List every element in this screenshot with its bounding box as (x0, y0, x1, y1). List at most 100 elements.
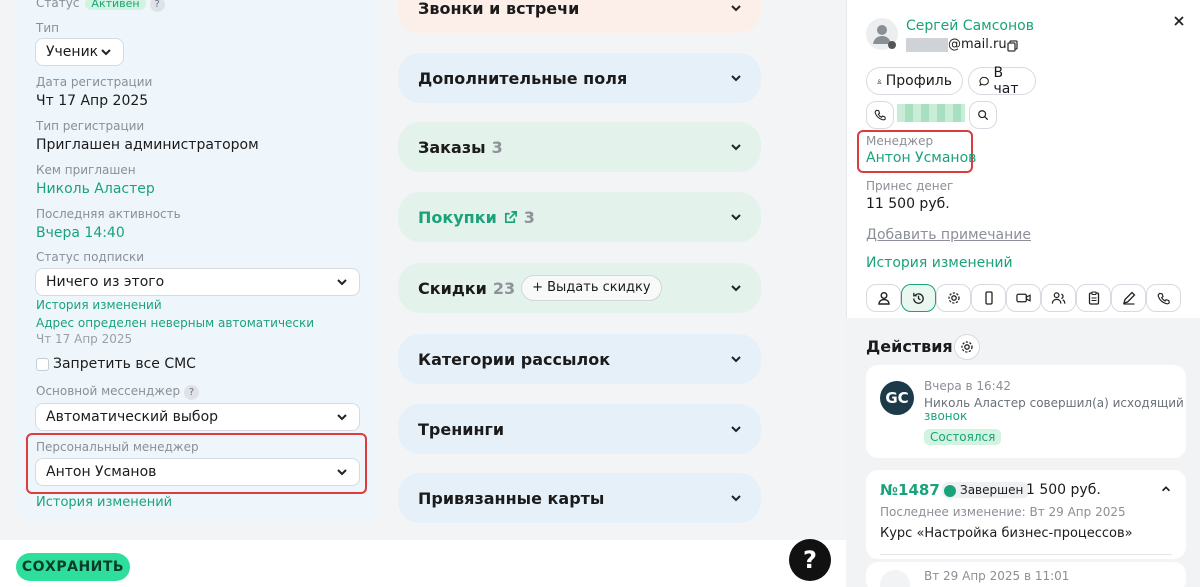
order-number[interactable]: №1487 (880, 481, 940, 499)
address-date: Чт 17 Апр 2025 (36, 332, 133, 346)
close-icon[interactable] (1173, 15, 1185, 27)
help-button[interactable]: ? (789, 539, 831, 581)
accordion-title: Категории рассылок (418, 349, 611, 369)
tab-users[interactable] (1041, 284, 1076, 312)
tab-history[interactable] (901, 284, 936, 312)
search-phone-button[interactable] (969, 101, 997, 129)
accordion-extra-fields[interactable]: Дополнительные поля (398, 53, 761, 103)
action-card-call: GC Вчера в 16:42 Николь Аластер совершил… (866, 365, 1186, 458)
profile-button-label: Профиль (885, 73, 952, 89)
search-icon (978, 110, 989, 121)
accordion-trainings[interactable]: Тренинги (398, 404, 761, 454)
help-icon[interactable]: ? (149, 0, 165, 12)
accordion-count: 3 (491, 137, 503, 157)
invited-by-link[interactable]: Николь Аластер (36, 181, 155, 197)
status-dot-icon (944, 484, 956, 497)
messenger-value: Автоматический выбор (46, 409, 219, 425)
accordion-title: Привязанные карты (418, 488, 605, 508)
order-course: Курс «Настройка бизнес-процессов» (880, 526, 1133, 541)
order-status: Завершен (942, 482, 1030, 498)
robot-icon (880, 570, 910, 587)
type-label: Тип (36, 21, 59, 35)
manager-select[interactable]: Антон Усманов (35, 458, 360, 486)
messenger-select[interactable]: Автоматический выбор (35, 403, 360, 431)
action-link[interactable]: звонок (924, 409, 967, 423)
help-icon[interactable]: ? (184, 385, 200, 400)
sub-status-select[interactable]: Ничего из этого (35, 268, 360, 296)
action-card-3: Вт 29 Апр 2025 в 11:01 (866, 562, 1186, 587)
chevron-up-icon[interactable] (1160, 483, 1172, 495)
accordion-title: Звонки и встречи (418, 0, 580, 18)
actions-settings-button[interactable] (954, 334, 980, 360)
tab-settings[interactable] (936, 284, 971, 312)
tab-user[interactable] (866, 284, 901, 312)
tab-edit[interactable] (1111, 284, 1146, 312)
chevron-down-icon (731, 426, 741, 433)
address-note[interactable]: Адрес определен неверным автоматически (36, 316, 314, 330)
accordion-orders[interactable]: Заказы 3 (398, 122, 761, 172)
external-link-icon[interactable] (503, 210, 518, 225)
email-redacted (906, 38, 948, 52)
accordion-cards[interactable]: Привязанные карты (398, 473, 761, 523)
phone-icon (1157, 292, 1170, 304)
user-icon (877, 78, 882, 84)
tab-mobile[interactable] (971, 284, 1006, 312)
accordion-title: Скидки (418, 278, 487, 298)
accordion-mailing[interactable]: Категории рассылок (398, 334, 761, 384)
action-status: Состоялся (924, 426, 1002, 445)
profile-name[interactable]: Сергей Самсонов (906, 18, 1034, 34)
tab-clipboard[interactable] (1076, 284, 1111, 312)
gear-icon (947, 292, 960, 304)
history-link-right[interactable]: История изменений (866, 255, 1013, 271)
tab-phone[interactable] (1146, 284, 1181, 312)
last-activity-link[interactable]: Вчера 14:40 (36, 225, 125, 241)
sub-status-value: Ничего из этого (46, 274, 165, 290)
user-icon (877, 292, 890, 305)
sms-checkbox[interactable] (36, 358, 49, 371)
money-value: 11 500 руб. (866, 196, 950, 212)
chevron-down-icon (731, 75, 741, 82)
chevron-down-icon (337, 279, 347, 286)
status-label: Статус (36, 0, 80, 10)
chevron-down-icon (731, 356, 741, 363)
accordion-title: Тренинги (418, 419, 505, 439)
profile-button[interactable]: Профиль (866, 67, 963, 95)
accordion-purchases[interactable]: Покупки 3 (398, 192, 761, 242)
messenger-label: Основной мессенджер (36, 384, 181, 398)
chevron-down-icon (337, 469, 347, 476)
history-link[interactable]: История изменений (36, 298, 162, 312)
gear-icon (961, 341, 973, 353)
type-select[interactable]: Ученик (35, 38, 124, 66)
tab-video[interactable] (1006, 284, 1041, 312)
save-button[interactable]: СОХРАНИТЬ (16, 553, 130, 581)
mobile-icon (984, 291, 993, 305)
accordion-count: 23 (492, 278, 516, 298)
accordion-title: Дополнительные поля (418, 68, 628, 88)
reg-type-value: Приглашен администратором (36, 137, 259, 153)
profile-email: @mail.ru (948, 37, 1007, 52)
manager-link[interactable]: Антон Усманов (866, 150, 976, 166)
phone-button[interactable] (866, 101, 894, 129)
chevron-down-icon (731, 285, 741, 292)
chat-button[interactable]: В чат (968, 65, 1036, 97)
messenger-row: Основной мессенджер? (36, 384, 200, 400)
chevron-down-icon (731, 5, 741, 12)
actions-title: Действия (866, 337, 953, 356)
user-icon (873, 25, 896, 49)
invited-by-label: Кем приглашен (36, 163, 136, 177)
status-badge: Активен (85, 0, 146, 10)
add-note-link[interactable]: Добавить примечание (866, 227, 1031, 243)
phone-icon (874, 109, 886, 121)
copy-icon[interactable] (1007, 40, 1019, 52)
reg-date-value: Чт 17 Апр 2025 (36, 93, 149, 109)
users-icon (1051, 292, 1066, 304)
chevron-down-icon (731, 144, 741, 151)
chevron-down-icon (731, 214, 741, 221)
accordion-discounts[interactable]: Скидки 23 + Выдать скидку (398, 263, 761, 313)
history-link-2[interactable]: История изменений (36, 495, 172, 510)
add-discount-button[interactable]: + Выдать скидку (521, 275, 662, 301)
accordion-title: Покупки (418, 207, 497, 227)
accordion-calls[interactable]: Звонки и встречи (398, 0, 761, 33)
order-sum: 1 500 руб. (1026, 482, 1101, 498)
reg-date-label: Дата регистрации (36, 75, 153, 89)
